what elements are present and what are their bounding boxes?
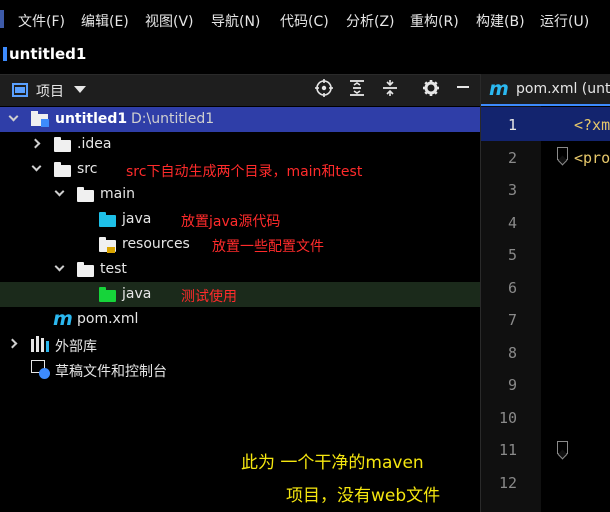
line-number: 9: [507, 376, 517, 394]
line-number: 4: [507, 214, 517, 232]
tree-item-label: pom.xml: [77, 311, 139, 327]
menu-edit[interactable]: 编辑(E): [81, 11, 129, 31]
tool-window-title[interactable]: 项目: [36, 81, 64, 101]
menu-file[interactable]: 文件(F): [18, 11, 65, 31]
app-logo-icon: [0, 10, 4, 28]
project-title[interactable]: untitled1: [9, 45, 86, 63]
tree-item-label: java: [122, 211, 152, 227]
folder-icon: [77, 262, 94, 277]
project-view-icon: [12, 83, 28, 97]
minimize-icon[interactable]: [452, 79, 474, 101]
library-icon: [31, 336, 51, 352]
fold-marker-icon[interactable]: [557, 441, 568, 454]
code-line: <pro: [574, 149, 610, 167]
locate-icon[interactable]: [313, 79, 335, 101]
menu-refactor[interactable]: 重构(R): [410, 11, 459, 31]
tree-item-label: test: [100, 261, 127, 277]
tree-item-label: 外部库: [55, 339, 97, 355]
line-number: 6: [507, 279, 517, 297]
tree-item-label: resources: [122, 236, 190, 252]
line-number: 1: [507, 116, 517, 134]
line-number: 11: [498, 441, 517, 459]
tree-item-label: main: [100, 186, 135, 202]
expand-all-icon[interactable]: [346, 79, 368, 101]
menu-navigate[interactable]: 导航(N): [211, 11, 260, 31]
menu-build[interactable]: 构建(B): [476, 11, 525, 31]
source-folder-icon: [99, 212, 116, 227]
project-tool-window-header: [0, 74, 480, 107]
annotation-java: 放置java源代码: [181, 214, 281, 230]
line-number: 5: [507, 246, 517, 264]
line-number: 3: [507, 181, 517, 199]
tree-item-idea[interactable]: [0, 132, 480, 157]
tree-item-label: src: [77, 161, 98, 177]
annotation-src: src下自动生成两个目录，main和test: [126, 164, 363, 180]
tree-item-main[interactable]: [0, 182, 480, 207]
menu-analyze[interactable]: 分析(Z): [346, 11, 395, 31]
folder-icon: [77, 187, 94, 202]
line-number: 10: [498, 409, 517, 427]
maven-icon: m: [53, 308, 73, 330]
tree-item-label: java: [122, 286, 152, 302]
tree-item-test-java[interactable]: [0, 282, 480, 307]
test-folder-icon: [99, 287, 116, 302]
maven-icon: m: [489, 78, 509, 100]
note-line-2: 项目，没有web文件: [286, 486, 441, 506]
line-number: 8: [507, 344, 517, 362]
folder-icon: [54, 162, 71, 177]
line-number: 12: [498, 474, 517, 492]
annotation-test: 测试使用: [181, 289, 237, 305]
note-line-1: 此为 一个干净的maven: [241, 453, 424, 473]
folder-icon: [54, 137, 71, 152]
editor-tab-label[interactable]: pom.xml (unt: [516, 81, 610, 97]
tree-item-label: .idea: [77, 136, 112, 152]
menu-view[interactable]: 视图(V): [145, 11, 194, 31]
gear-icon[interactable]: [420, 79, 442, 101]
resources-marker-icon: [107, 247, 115, 253]
chevron-down-icon[interactable]: [74, 86, 86, 93]
code-line: <?xm: [574, 116, 610, 134]
collapse-all-icon[interactable]: [379, 79, 401, 101]
module-folder-icon: [31, 111, 49, 127]
line-number: 7: [507, 311, 517, 329]
tree-root-name: untitled1: [55, 111, 128, 127]
menu-code[interactable]: 代码(C): [280, 11, 329, 31]
project-icon: [3, 47, 7, 61]
menu-run[interactable]: 运行(U): [540, 11, 589, 31]
line-number: 2: [507, 149, 517, 167]
navigation-bar: [0, 40, 610, 72]
scratch-console-icon: [31, 360, 51, 379]
fold-marker-icon[interactable]: [557, 147, 568, 160]
tree-item-test[interactable]: [0, 257, 480, 282]
tree-root-path: D:\untitled1: [131, 111, 215, 127]
annotation-resources: 放置一些配置文件: [212, 239, 324, 255]
tree-item-label: 草稿文件和控制台: [55, 364, 167, 380]
